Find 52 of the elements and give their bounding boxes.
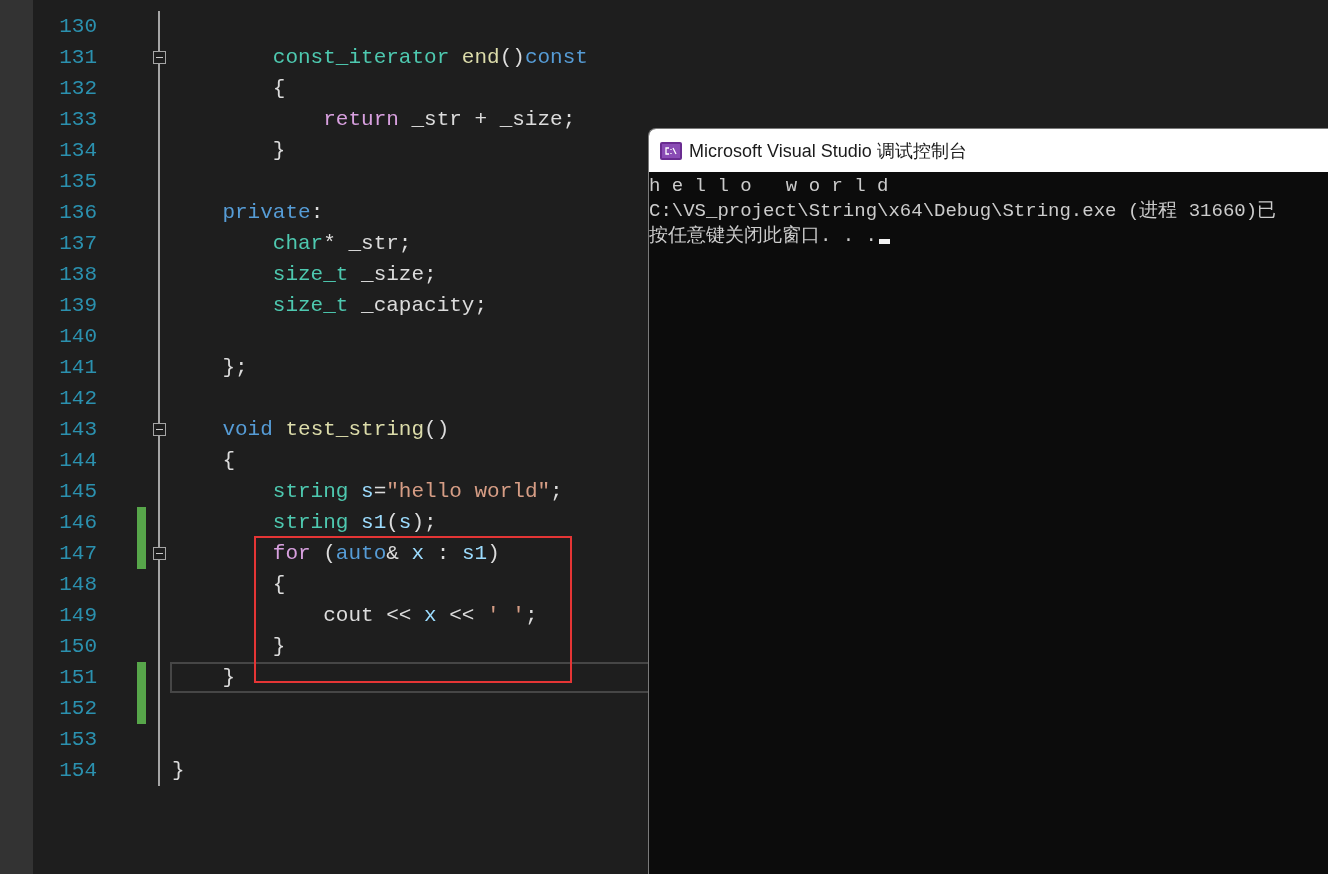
code-line: } (271, 635, 286, 658)
code-line: string s="hello world"; (271, 480, 563, 503)
line-number: 152 (58, 696, 98, 722)
console-output: C:\VS_project\String\x64\Debug\String.exe (进程 31660)已 (649, 199, 1278, 224)
code-line: void test_string() (221, 418, 450, 441)
code-line: { (271, 77, 286, 100)
console-output: h e l l o w o r l d (649, 174, 890, 199)
line-number: 137 (58, 231, 98, 257)
code-line: string s1(s); (271, 511, 437, 534)
line-number: 132 (58, 76, 98, 102)
line-number: 151 (58, 665, 98, 691)
line-number: 154 (58, 758, 98, 784)
collapse-icon[interactable] (152, 423, 166, 436)
code-line: } (172, 759, 185, 782)
line-number: 135 (58, 169, 98, 195)
console-output: 按任意键关闭此窗口. . . (649, 224, 877, 249)
code-line: size_t _capacity; (271, 294, 488, 317)
code-line: { (271, 573, 286, 596)
line-number: 139 (58, 293, 98, 319)
collapse-icon[interactable] (152, 51, 166, 64)
line-number: 142 (58, 386, 98, 412)
line-number: 133 (58, 107, 98, 133)
line-number: 148 (58, 572, 98, 598)
code-line: for (auto& x : s1) (271, 542, 500, 565)
line-number: 149 (58, 603, 98, 629)
line-number: 153 (58, 727, 98, 753)
line-number: 140 (58, 324, 98, 350)
line-number: 146 (58, 510, 98, 536)
collapse-icon[interactable] (152, 547, 166, 560)
line-number: 143 (58, 417, 98, 443)
code-line: return _str + _size; (322, 108, 576, 131)
console-app-icon (660, 141, 682, 160)
line-number: 147 (58, 541, 98, 567)
code-line: private: (221, 201, 324, 224)
line-number: 136 (58, 200, 98, 226)
code-line: } (271, 139, 286, 162)
line-number: 141 (58, 355, 98, 381)
code-line: { (221, 449, 235, 472)
line-number: 150 (58, 634, 98, 660)
line-number: 144 (58, 448, 98, 474)
line-number: 138 (58, 262, 98, 288)
window-title: Microsoft Visual Studio 调试控制台 (689, 139, 967, 163)
line-number: 134 (58, 138, 98, 164)
code-line: char* _str; (271, 232, 412, 255)
code-line: } (221, 666, 235, 689)
line-number: 131 (58, 45, 98, 71)
line-number: 130 (58, 14, 98, 40)
code-line: size_t _size; (271, 263, 437, 286)
line-number: 145 (58, 479, 98, 505)
code-line: }; (221, 356, 248, 379)
code-line: cout << x << ' '; (322, 604, 538, 627)
code-line: const_iterator end()const (271, 46, 588, 69)
